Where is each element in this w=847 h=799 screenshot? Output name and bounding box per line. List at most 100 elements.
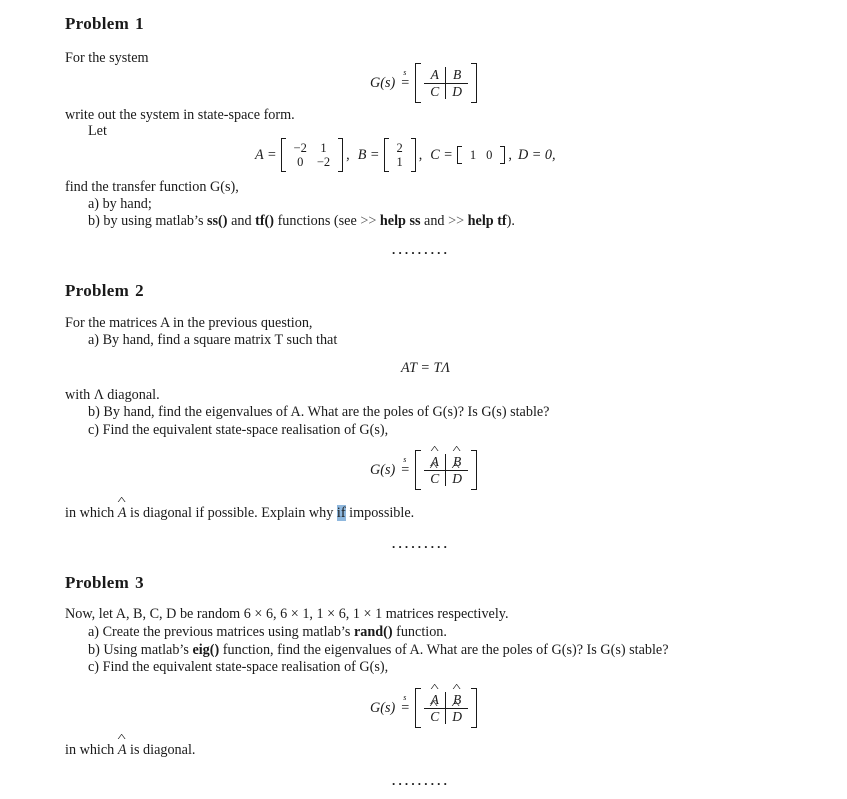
cell-c-hat: C xyxy=(430,471,439,486)
heading-text: Problem xyxy=(65,573,130,592)
problem-2-item-c: c) Find the equivalent state-space reali… xyxy=(88,422,389,438)
matrix-a: −2 1 0 −2 xyxy=(289,141,336,170)
transfer-function-lhs: G(s) xyxy=(370,74,396,91)
text: function. xyxy=(392,624,447,640)
problem-3-intro: Now, let A, B, C, D be random 6 × 6, 6 ×… xyxy=(65,606,509,622)
matrix-a-label: A = xyxy=(255,146,277,163)
matrix-entry: 0 xyxy=(297,155,304,169)
problem-1-intro: For the system xyxy=(65,50,149,66)
problem-1-block-matrix: G(s) s = A B C D xyxy=(370,63,477,103)
a-hat-symbol: A xyxy=(118,506,127,520)
matlab-fn-eig: eig() xyxy=(192,642,220,658)
problem-3-item-c: c) Find the equivalent state-space reali… xyxy=(88,659,389,675)
cell-b: B xyxy=(446,67,468,84)
problem-1-heading: Problem 1 xyxy=(65,15,144,32)
problem-3-item-b: b) Using matlab’s eig() function, find t… xyxy=(88,643,669,657)
matrix-c: 1 0 xyxy=(465,148,498,163)
problem-2-heading: Problem 2 xyxy=(65,282,144,299)
problem-3-item-a: a) Create the previous matrices using ma… xyxy=(88,625,447,639)
matrix-entry: 1 xyxy=(396,155,403,169)
text: b) Using matlab’s xyxy=(88,642,193,658)
problem-2-intro: For the matrices A in the previous quest… xyxy=(65,315,313,331)
right-bracket xyxy=(471,450,477,490)
problem-2-equation: AT = TΛ xyxy=(401,360,450,376)
heading-text: Problem xyxy=(65,281,130,300)
left-bracket xyxy=(415,688,422,728)
cell-d-hat: D xyxy=(452,471,462,486)
matrix-d: D = 0, xyxy=(517,146,556,163)
help-tf-command: help tf xyxy=(467,213,507,229)
left-bracket xyxy=(415,63,422,103)
matrix-entry: 2 xyxy=(396,140,403,155)
bracket xyxy=(456,146,462,164)
text: a) Create the previous matrices using ma… xyxy=(88,624,354,640)
problem-1-item-b: b) by using matlab’s ss() and tf() funct… xyxy=(88,214,515,228)
text: ). xyxy=(506,213,515,229)
problem-1-let: Let xyxy=(88,123,107,139)
matlab-fn-ss: ss() xyxy=(207,213,228,229)
text: and xyxy=(420,213,449,229)
cell-c-hat: C xyxy=(430,709,439,724)
realization-equals-sign: s = xyxy=(401,692,410,716)
problem-3-heading: Problem 3 xyxy=(65,574,144,591)
problem-1-find-line: find the transfer function G(s), xyxy=(65,179,239,195)
block-grid: A B C D xyxy=(424,67,468,99)
right-bracket xyxy=(471,688,477,728)
matlab-fn-rand: rand() xyxy=(353,624,393,640)
matrix-b-label: B = xyxy=(357,146,380,163)
realization-equals-sign: s = xyxy=(401,67,410,91)
problem-2-item-a: a) By hand, find a square matrix T such … xyxy=(88,332,338,348)
text: functions (see xyxy=(274,213,361,229)
separator-dots: ......... xyxy=(392,536,451,551)
bracket xyxy=(383,138,389,172)
separator-dots: ......... xyxy=(392,242,451,257)
matlab-fn-tf: tf() xyxy=(255,213,275,229)
matrix-entry: 1 xyxy=(469,147,477,162)
heading-number: 1 xyxy=(135,14,144,33)
text: function, find the eigenvalues of A. Wha… xyxy=(219,642,669,658)
block-grid: A B C D xyxy=(424,454,468,486)
heading-text: Problem xyxy=(65,14,130,33)
a-hat-symbol: A xyxy=(118,743,127,757)
matrix-entry: −2 xyxy=(293,140,307,155)
bracket xyxy=(410,138,416,172)
text: in which xyxy=(65,742,118,758)
transfer-function-lhs: G(s) xyxy=(370,699,396,716)
transfer-function-lhs: G(s) xyxy=(370,461,396,478)
bracket xyxy=(280,138,286,172)
selected-text[interactable]: if xyxy=(336,505,346,521)
heading-number: 3 xyxy=(135,573,144,592)
problem-1-matrices: A = −2 1 0 −2 , B = 2 1 , C = 1 0 , D = … xyxy=(255,138,556,172)
cell-d: D xyxy=(452,83,462,99)
left-bracket xyxy=(415,450,422,490)
text: b) by using matlab’s xyxy=(88,213,208,229)
text: in which xyxy=(65,505,118,521)
bracket xyxy=(500,146,506,164)
problem-2-item-b: b) By hand, find the eigenvalues of A. W… xyxy=(88,404,550,420)
cell-d-hat: D xyxy=(452,709,462,724)
cell-a: A xyxy=(424,67,447,84)
cell-c: C xyxy=(424,83,447,99)
matrix-c-label: C = xyxy=(430,146,453,163)
matrix-entry: 0 xyxy=(486,147,493,162)
matrix-b: 2 1 xyxy=(392,141,408,170)
help-ss-command: help ss xyxy=(379,213,421,229)
matrix-entry: −2 xyxy=(316,155,331,169)
separator-dots: ......... xyxy=(392,773,451,788)
text: and xyxy=(227,213,256,229)
problem-1-item-a: a) by hand; xyxy=(88,196,152,212)
block-grid: A B C D xyxy=(424,692,468,724)
problem-3-block-matrix: G(s) s= A B C D xyxy=(370,688,477,728)
text: is diagonal if possible. Explain why xyxy=(126,505,337,521)
problem-3-closing: in which A is diagonal. xyxy=(65,743,195,757)
realization-equals-sign: s = xyxy=(401,454,410,478)
prompt-symbol: >> xyxy=(448,213,465,229)
bracket xyxy=(338,138,344,172)
text: impossible. xyxy=(345,505,415,521)
text: is diagonal. xyxy=(126,742,196,758)
problem-2-closing: in which A is diagonal if possible. Expl… xyxy=(65,505,415,521)
problem-2-block-matrix: G(s) s= A B C D xyxy=(370,450,477,490)
matrix-entry: 1 xyxy=(320,140,327,155)
problem-2-with-line: with Λ diagonal. xyxy=(65,387,160,403)
right-bracket xyxy=(471,63,477,103)
